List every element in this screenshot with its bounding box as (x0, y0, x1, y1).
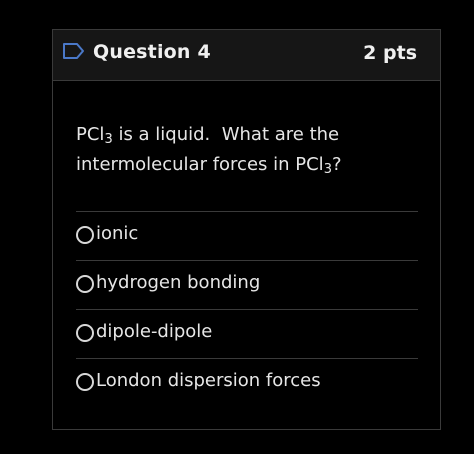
answer-label[interactable]: dipole-dipole (96, 321, 212, 342)
answer-label[interactable]: hydrogen bonding (96, 272, 260, 293)
answer-label[interactable]: ionic (96, 223, 138, 244)
prompt-text: is a liquid. What are the (112, 124, 340, 145)
radio-button[interactable] (76, 373, 94, 391)
answer-option[interactable]: hydrogen bonding (76, 260, 418, 309)
flag-icon[interactable] (62, 42, 86, 60)
subscript: 3 (323, 162, 332, 177)
radio-button[interactable] (76, 324, 94, 342)
radio-button[interactable] (76, 226, 94, 244)
answer-option[interactable]: dipole-dipole (76, 309, 418, 358)
radio-button[interactable] (76, 275, 94, 293)
prompt-text: intermolecular forces in PCl (76, 154, 324, 175)
answer-option[interactable]: ionic (76, 211, 418, 260)
answer-option[interactable]: London dispersion forces (76, 358, 418, 407)
prompt-text: ? (331, 154, 342, 175)
prompt-line-2: intermolecular forces in PCl3? (76, 150, 416, 180)
subscript: 3 (104, 132, 113, 147)
question-header: Question 4 2 pts (53, 30, 440, 81)
prompt-text: PCl (76, 124, 105, 145)
question-prompt: PCl3 is a liquid. What are the intermole… (76, 120, 416, 180)
prompt-line-1: PCl3 is a liquid. What are the (76, 120, 416, 150)
question-points: 2 pts (363, 42, 417, 64)
answer-label[interactable]: London dispersion forces (96, 370, 321, 391)
question-title: Question 4 (93, 41, 211, 63)
answer-list: ionic hydrogen bonding dipole-dipole Lon… (76, 211, 418, 407)
question-card: Question 4 2 pts PCl3 is a liquid. What … (52, 29, 441, 430)
